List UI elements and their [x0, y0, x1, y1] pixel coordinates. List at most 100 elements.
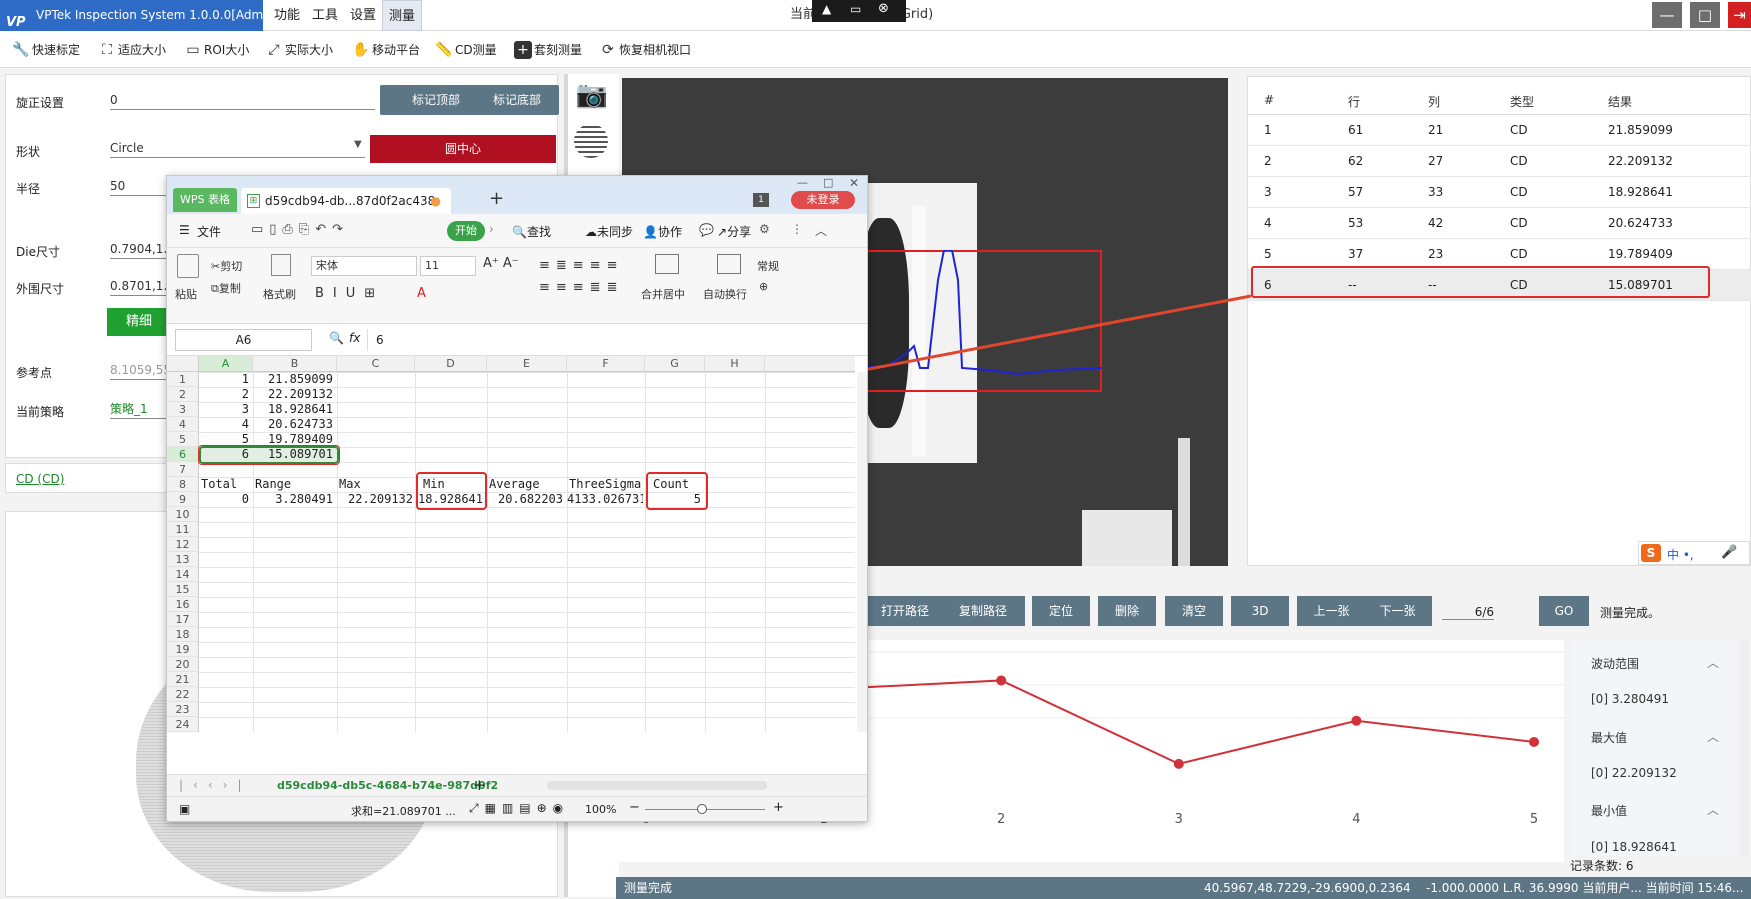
font-select[interactable]: 宋体 — [311, 256, 417, 276]
cell-b8[interactable]: Range — [255, 477, 335, 492]
row-header[interactable]: 16 — [167, 597, 199, 612]
ime-toolbar[interactable]: S 中 •, 🎤 — [1638, 541, 1750, 565]
row-header[interactable]: 5 — [167, 432, 199, 447]
row-header[interactable]: 17 — [167, 612, 199, 627]
cell-e8[interactable]: Average — [489, 477, 565, 492]
vertical-scrollbar[interactable] — [857, 372, 867, 732]
col-header-d[interactable]: D — [415, 356, 487, 372]
strategy-select[interactable]: 策略_1 — [110, 399, 170, 419]
cell-a3[interactable]: 3 — [199, 402, 249, 417]
number-format-select[interactable]: 常规 — [757, 258, 779, 274]
wps-minimize-icon[interactable]: — — [797, 176, 808, 189]
cell-b2[interactable]: 22.209132 — [253, 387, 333, 402]
table-row[interactable]: 3 57 33 CD 18.928641 — [1248, 177, 1751, 208]
col-header-b[interactable]: B — [253, 356, 337, 372]
cell-f8[interactable]: ThreeSigma — [569, 477, 645, 492]
chevron-up-icon[interactable]: ︿ — [1707, 654, 1719, 671]
cell-f9[interactable]: 4133.026731 — [567, 492, 643, 507]
row-header[interactable]: 14 — [167, 567, 199, 582]
copy-button[interactable]: ⧉复制 — [211, 280, 241, 296]
actual-size-button[interactable]: ⤢ 实际大小 — [263, 40, 333, 60]
find-button[interactable]: 🔍查找 — [512, 223, 551, 240]
font-color-icon[interactable]: A — [417, 286, 426, 301]
sheet-tab[interactable]: d59cdb94-db5c-4684-b74e-987d0f2 — [277, 779, 498, 792]
hamburger-icon[interactable]: ☰ — [179, 223, 190, 237]
clear-button[interactable]: 清空 — [1165, 596, 1223, 626]
wps-app-tab[interactable]: WPS 表格 — [173, 188, 237, 212]
pin-icon[interactable]: ▲ — [822, 2, 831, 16]
radius-input[interactable]: 50 — [110, 176, 170, 196]
table-row[interactable]: 1 61 21 CD 21.859099 — [1248, 115, 1751, 146]
zoom-in-icon[interactable]: + — [773, 800, 784, 815]
chevron-up-icon[interactable]: ︿ — [1707, 801, 1719, 818]
collab-button[interactable]: 👤协作 — [643, 223, 682, 240]
cell-e9[interactable]: 20.682203 — [487, 492, 563, 507]
screen-icon[interactable]: ▭ — [850, 2, 861, 16]
wrap-label[interactable]: 自动换行 — [703, 286, 747, 302]
paste-label[interactable]: 粘贴 — [175, 286, 197, 302]
overlay-measure-button[interactable]: + 套刻测量 — [512, 40, 582, 60]
maximize-button[interactable]: □ — [1690, 2, 1720, 28]
menu-measure[interactable]: 测量 — [382, 0, 423, 31]
col-header-g[interactable]: G — [645, 356, 705, 372]
row-header[interactable]: 19 — [167, 642, 199, 657]
row-header[interactable]: 9 — [167, 492, 199, 507]
zoom-out-icon[interactable]: − — [629, 800, 640, 815]
spreadsheet-grid[interactable]: A B C D E F G H 1 2 3 4 5 6 7 8 9 10 11 … — [167, 356, 867, 776]
col-header-c[interactable]: C — [337, 356, 415, 372]
page-input[interactable]: 6/6 — [1442, 605, 1494, 620]
menu-function[interactable]: 功能 — [268, 0, 306, 31]
ref-point-input[interactable]: 8.1059,55.4 — [110, 360, 170, 380]
fine-button[interactable]: 精细 — [107, 308, 171, 336]
zoom-level[interactable]: 100% — [585, 803, 616, 816]
row-header[interactable]: 21 — [167, 672, 199, 687]
delete-button[interactable]: 删除 — [1098, 596, 1156, 626]
wps-doc-tab[interactable]: ⊞ d59cdb94-db...87d0f2ac438 ● — [241, 188, 451, 214]
sync-button[interactable]: ☁未同步 — [585, 223, 633, 240]
row-header[interactable]: 1 — [167, 372, 199, 387]
shape-select[interactable]: Circle — [110, 138, 365, 158]
table-row[interactable]: 4 53 42 CD 20.624733 — [1248, 208, 1751, 239]
rotate-input[interactable]: 0 — [110, 90, 375, 110]
cell-a2[interactable]: 2 — [199, 387, 249, 402]
die-size-input[interactable]: 0.7904,1.19 — [110, 239, 170, 259]
align-icons-row2[interactable]: ≡≡≡≣≣ — [539, 280, 623, 295]
chevron-down-icon[interactable]: ▼ — [354, 139, 362, 150]
open-path-button[interactable]: 打开路径 — [862, 596, 948, 626]
col-header-f[interactable]: F — [567, 356, 645, 372]
cell-a1[interactable]: 1 — [199, 372, 249, 387]
circle-center-button[interactable]: 圆中心 — [370, 135, 556, 163]
cell-b9[interactable]: 3.280491 — [253, 492, 333, 507]
row-header[interactable]: 24 — [167, 717, 199, 732]
fx-label[interactable]: fx — [349, 331, 360, 345]
merge-label[interactable]: 合并居中 — [641, 286, 685, 302]
format-painter-icon[interactable] — [271, 254, 291, 276]
login-button[interactable]: 未登录 — [791, 191, 855, 209]
row-header[interactable]: 23 — [167, 702, 199, 717]
cell-c8[interactable]: Max — [339, 477, 413, 492]
view-mode-icons[interactable]: ⤢▦▥▤⊕◉ — [469, 801, 569, 816]
3d-button[interactable]: 3D — [1231, 596, 1289, 626]
minimize-button[interactable]: — — [1652, 2, 1682, 28]
row-header[interactable]: 12 — [167, 537, 199, 552]
align-icons[interactable]: ≡≣≡≡≡ — [539, 258, 623, 273]
row-header[interactable]: 2 — [167, 387, 199, 402]
col-header-e[interactable]: E — [487, 356, 567, 372]
grid-icon[interactable] — [574, 124, 608, 158]
cell-b1[interactable]: 21.859099 — [253, 372, 333, 387]
cell-b4[interactable]: 20.624733 — [253, 417, 333, 432]
zoom-formula-icon[interactable]: 🔍 — [329, 331, 344, 345]
exit-button[interactable]: ⇥ — [1728, 2, 1751, 28]
ribbon-arrow-icon[interactable]: › — [489, 222, 494, 236]
row-header[interactable]: 11 — [167, 522, 199, 537]
fit-size-button[interactable]: ⛶ 适应大小 — [96, 40, 166, 60]
row-header[interactable]: 4 — [167, 417, 199, 432]
chevron-up-icon[interactable]: ︿ — [1707, 728, 1719, 745]
row-header[interactable]: 18 — [167, 627, 199, 642]
next-button[interactable]: 下一张 — [1363, 596, 1432, 626]
row-header[interactable]: 20 — [167, 657, 199, 672]
roi-size-button[interactable]: ▭ ROI大小 — [182, 40, 249, 60]
collapse-icon[interactable]: ︿ — [815, 222, 827, 239]
horizontal-scrollbar[interactable] — [547, 781, 767, 790]
row-header[interactable]: 13 — [167, 552, 199, 567]
